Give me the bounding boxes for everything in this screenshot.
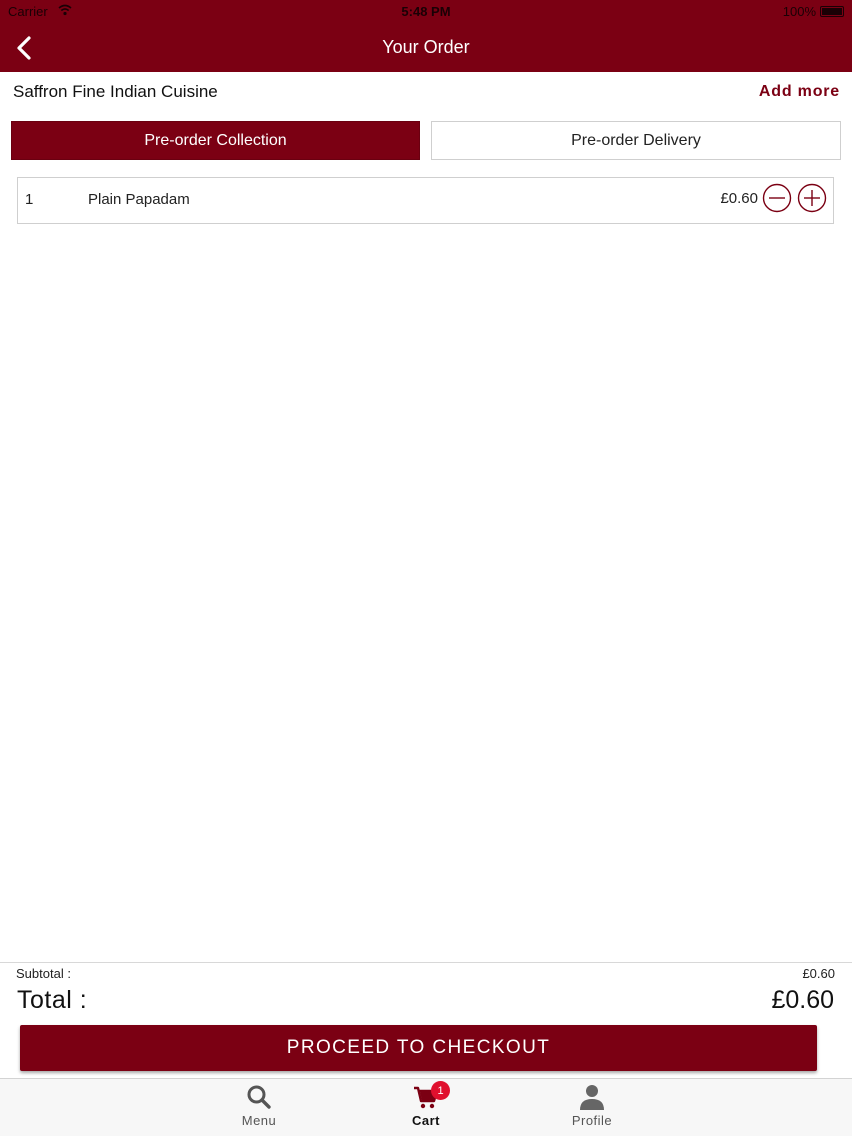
tab-profile[interactable]: Profile xyxy=(542,1079,642,1136)
tab-cart-label: Cart xyxy=(411,1113,440,1128)
total-label: Total : xyxy=(17,986,88,1014)
total-value: £0.60 xyxy=(771,986,834,1014)
clock: 5:48 PM xyxy=(401,4,451,19)
item-name: Plain Papadam xyxy=(88,191,190,208)
status-bar: Carrier 5:48 PM 100% xyxy=(0,0,852,24)
increase-quantity-button[interactable] xyxy=(797,183,827,213)
tab-menu-label: Menu xyxy=(241,1113,277,1128)
tab-bar: Menu 1 Cart Profile xyxy=(0,1078,852,1136)
nav-bar: Carrier 5:48 PM 100% Your Order xyxy=(0,0,852,72)
battery-percent: 100% xyxy=(782,4,816,19)
proceed-to-checkout-button[interactable]: PROCEED TO CHECKOUT xyxy=(20,1025,817,1071)
profile-icon xyxy=(580,1085,604,1110)
battery-icon xyxy=(820,6,844,17)
restaurant-name: Saffron Fine Indian Cuisine xyxy=(13,82,218,101)
item-price: £0.60 xyxy=(720,190,758,207)
order-list: 1 Plain Papadam £0.60 xyxy=(17,177,834,224)
decrease-quantity-button[interactable] xyxy=(762,183,792,213)
tab-menu[interactable]: Menu xyxy=(209,1079,309,1136)
tab-profile-label: Profile xyxy=(571,1113,613,1128)
page-title: Your Order xyxy=(382,37,470,57)
pre-order-delivery-tab[interactable]: Pre-order Delivery xyxy=(431,121,841,160)
cart-count-badge: 1 xyxy=(431,1081,450,1100)
tab-cart[interactable]: 1 Cart xyxy=(376,1079,476,1136)
pre-order-collection-tab[interactable]: Pre-order Collection xyxy=(11,121,420,160)
item-quantity: 1 xyxy=(25,191,34,208)
add-more-link[interactable]: Add more xyxy=(759,83,840,101)
subtotal-value: £0.60 xyxy=(802,966,835,981)
search-icon xyxy=(247,1085,271,1109)
subtotal-label: Subtotal : xyxy=(16,966,71,981)
order-item: 1 Plain Papadam £0.60 xyxy=(18,178,833,223)
summary-divider xyxy=(0,962,852,963)
